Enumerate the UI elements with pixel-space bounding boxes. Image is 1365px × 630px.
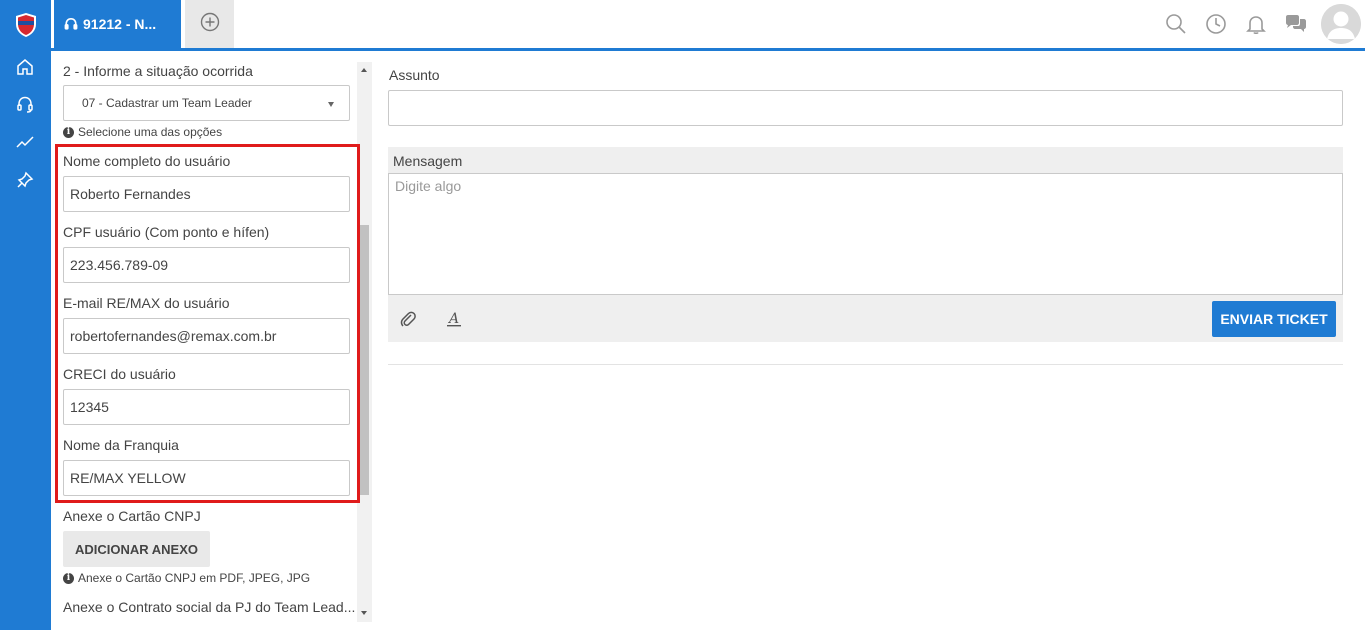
left-rail <box>0 0 51 630</box>
situation-hint: i Selecione uma das opções <box>63 125 222 139</box>
add-attachment-button[interactable]: ADICIONAR ANEXO <box>63 531 210 567</box>
message-label: Mensagem <box>393 153 463 169</box>
plus-circle-icon <box>200 12 220 37</box>
avatar[interactable] <box>1321 4 1361 44</box>
creci-label: CRECI do usuário <box>63 366 176 382</box>
email-label: E-mail RE/MAX do usuário <box>63 295 230 311</box>
message-textarea[interactable]: Digite algo <box>388 173 1343 295</box>
trend-icon[interactable] <box>13 130 37 154</box>
attach-cnpj-label: Anexe o Cartão CNPJ <box>63 508 201 524</box>
situation-hint-text: Selecione uma das opções <box>78 125 223 139</box>
headset-icon[interactable] <box>13 92 37 116</box>
cpf-field[interactable]: 223.456.789-09 <box>63 247 350 283</box>
situation-select-value: 07 - Cadastrar um Team Leader <box>82 96 252 110</box>
message-editor: Mensagem Digite algo A ENVIAR TICKET <box>388 147 1343 342</box>
search-icon[interactable] <box>1164 12 1188 36</box>
clock-icon[interactable] <box>1204 12 1228 36</box>
email-field[interactable]: robertofernandes@remax.com.br <box>63 318 350 354</box>
caret-down-icon <box>328 102 334 107</box>
send-ticket-button[interactable]: ENVIAR TICKET <box>1212 301 1336 337</box>
creci-field[interactable]: 12345 <box>63 389 350 425</box>
full-name-field[interactable]: Roberto Fernandes <box>63 176 350 212</box>
paperclip-icon[interactable] <box>398 309 418 329</box>
scroll-down-icon[interactable] <box>361 611 367 615</box>
pin-icon[interactable] <box>13 168 37 192</box>
info-icon: i <box>63 126 74 138</box>
franchise-field[interactable]: RE/MAX YELLOW <box>63 460 350 496</box>
add-tab-button[interactable] <box>185 0 234 48</box>
cpf-label: CPF usuário (Com ponto e hífen) <box>63 224 270 240</box>
subject-input[interactable] <box>388 90 1343 126</box>
situation-select[interactable]: 07 - Cadastrar um Team Leader <box>63 85 350 121</box>
headset-icon <box>63 16 79 32</box>
ticket-form-panel: 2 - Informe a situação ocorrida 07 - Cad… <box>51 51 371 630</box>
info-icon: i <box>63 572 74 584</box>
full-name-label: Nome completo do usuário <box>63 153 231 169</box>
subject-label: Assunto <box>389 67 440 83</box>
top-bar: 91212 - N... <box>51 0 1365 51</box>
bell-icon[interactable] <box>1244 12 1268 36</box>
form-scrollbar[interactable] <box>357 62 372 622</box>
svg-text:A: A <box>447 311 459 327</box>
shield-logo-icon[interactable] <box>14 12 38 38</box>
chat-icon[interactable] <box>1284 12 1308 36</box>
attach-cnpj-hint-text: Anexe o Cartão CNPJ em PDF, JPEG, JPG <box>78 571 311 585</box>
scroll-thumb[interactable] <box>360 225 369 495</box>
attach-contract-label: Anexe o Contrato social da PJ do Team Le… <box>63 599 356 615</box>
home-icon[interactable] <box>13 55 37 79</box>
text-format-icon[interactable]: A <box>444 309 464 329</box>
tab-ticket[interactable]: 91212 - N... <box>54 0 181 48</box>
tab-label: 91212 - N... <box>83 16 157 32</box>
franchise-label: Nome da Franquia <box>63 437 179 453</box>
attach-cnpj-hint: i Anexe o Cartão CNPJ em PDF, JPEG, JPG <box>63 571 310 585</box>
scroll-up-icon[interactable] <box>361 68 367 72</box>
divider <box>388 364 1343 365</box>
situation-label: 2 - Informe a situação ocorrida <box>63 63 253 79</box>
